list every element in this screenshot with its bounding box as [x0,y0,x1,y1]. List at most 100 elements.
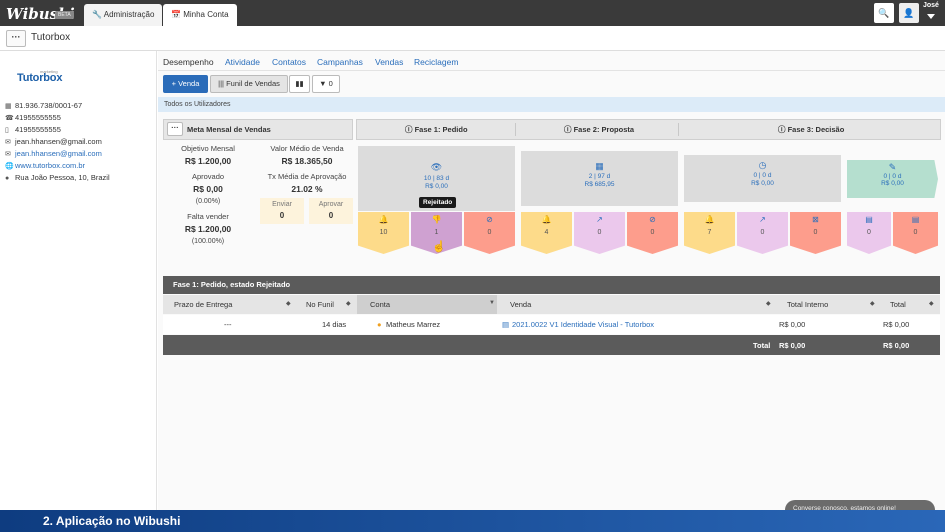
sort-icon[interactable]: ▼ [489,300,495,306]
more-options-button[interactable]: ··· [6,30,26,47]
footer-total: R$ 0,00 [883,341,910,350]
funnel-phase-3[interactable]: ◷ 0 | 0 d R$ 0,00 [684,155,841,202]
mobile-icon: ▯ [5,127,9,134]
avg-sale-label: Valor Médio de Venda [270,144,344,153]
avatar[interactable]: 👤 [899,3,919,23]
funnel-phase-2[interactable]: ▦ 2 | 97 d R$ 685,95 [521,151,678,206]
contact-website-link[interactable]: 🌐www.tutorbox.com.br [5,161,85,170]
tab-administracao[interactable]: 🔧 Administração [84,4,163,26]
tab-campanhas[interactable]: Campanhas [317,57,363,67]
tab-vendas[interactable]: Vendas [375,57,403,67]
stage-count: 10 [379,229,388,236]
sort-icon[interactable]: ◆ [766,300,771,307]
caption-title: 2. Aplicação no Wibushi [43,514,181,528]
funnel-closed[interactable]: ✎ 0 | 0 d R$ 0,00 [847,160,938,198]
tab-atividade[interactable]: Atividade [225,57,260,67]
contact-phone: ☎41955555555 [5,113,61,122]
stage-count: 0 [650,229,655,236]
objective-value: R$ 1.200,00 [184,156,232,166]
user-menu-caret-icon[interactable] [927,14,935,19]
send-value: 0 [279,211,285,220]
tab-contatos[interactable]: Contatos [272,57,306,67]
button-label: Funil de Vendas [226,79,280,88]
cell-prazo: --- [224,320,232,329]
search-button[interactable]: 🔍 [874,3,894,23]
approve-box[interactable]: Aprovar 0 [309,198,353,224]
phase-label: Fase 1: Pedido [414,125,468,134]
cell-conta[interactable]: Matheus Marrez [386,320,440,329]
col-prazo[interactable]: Prazo de Entrega [174,300,232,309]
phase-separator [515,123,516,136]
footer-label: Total [753,341,771,350]
sort-icon[interactable]: ◆ [346,300,351,307]
inbox-icon: ✉ [5,139,11,146]
tab-reciclagem[interactable]: Reciclagem [414,57,458,67]
stage-pedido-pendente[interactable]: 🔔 10 [358,212,409,254]
filter-button[interactable]: ▼ 0 [312,75,340,93]
missing-pct: (100.00%) [191,238,225,245]
stage-count: 4 [544,229,549,236]
stage-contrato[interactable]: ▤ 0 [847,212,891,254]
chart-view-button[interactable]: ▮▮ [289,75,310,93]
add-venda-button[interactable]: + Venda [163,75,208,93]
document-icon: ▤ [865,215,873,224]
sort-icon[interactable]: ◆ [870,300,875,307]
cell-venda-link[interactable]: 2021.0022 V1 Identidade Visual - Tutorbo… [512,320,654,329]
phase-1-header: ⓘ Fase 1: Pedido [405,124,468,135]
funnel-amount: R$ 685,95 [584,181,615,188]
document-icon: ▤ [502,320,510,329]
stage-decisao-enviada[interactable]: ↗ 0 [737,212,788,254]
stage-count: 0 [913,229,918,236]
sort-icon[interactable]: ◆ [929,300,934,307]
stage-decisao-pendente[interactable]: 🔔 7 [684,212,735,254]
stage-contrato-recusado[interactable]: ▤ 0 [893,212,938,254]
tab-minha-conta[interactable]: 📅 Minha Conta [163,4,237,26]
contact-email-link[interactable]: ✉ jean.hhansen@gmail.com [5,149,102,158]
phase-3-header: ⓘ Fase 3: Decisão [778,124,844,135]
clock-icon: ◷ [758,160,767,170]
stage-decisao-recusada[interactable]: ⊠ 0 [790,212,841,254]
approved-label: Aprovado [191,172,225,181]
funnel-count: 2 | 97 d [588,173,611,180]
send-box[interactable]: Enviar 0 [260,198,304,224]
col-total-interno[interactable]: Total Interno [787,300,828,309]
approval-rate-label: Tx Média de Aprovação [267,172,347,181]
approve-label: Aprovar [318,201,344,208]
col-conta[interactable]: Conta [370,300,390,309]
stage-proposta-enviada[interactable]: ↗ 0 [574,212,625,254]
stage-tooltip: Rejeitado [419,197,457,208]
envelope-icon: ✉ [5,151,11,158]
funnel-view-button[interactable]: ||| Funil de Vendas [210,75,288,93]
cell-total: R$ 0,00 [883,320,910,329]
send-label: Enviar [272,201,292,208]
tab-desempenho[interactable]: Desempenho [163,57,214,67]
table-title: Fase 1: Pedido, estado Rejeitado [163,276,940,294]
contact-cnpj: ▦ 81.936.738/0001-67 [5,101,82,110]
funnel-count: 0 | 0 d [753,172,772,179]
external-link-icon: ↗ [759,215,766,224]
table-footer [163,335,940,355]
bell-icon: 🔔 [378,215,389,224]
stage-proposta-cancelada[interactable]: ⊘ 0 [627,212,678,254]
info-icon: ⓘ [778,125,786,134]
meta-options-button[interactable]: ··· [167,122,183,136]
col-venda[interactable]: Venda [510,300,531,309]
stage-pedido-cancelado[interactable]: ⊘ 0 [464,212,515,254]
stage-proposta-pendente[interactable]: 🔔 4 [521,212,572,254]
calculator-icon: ▦ [595,161,604,171]
phone-icon: ☎ [5,115,14,122]
username[interactable]: José [923,2,939,9]
col-funil[interactable]: No Funil [306,300,334,309]
stage-count: 0 [487,229,492,236]
meta-header: ··· Meta Mensal de Vendas [163,119,353,140]
account-avatar-icon: ● [377,320,382,329]
sort-icon[interactable]: ◆ [286,300,291,307]
contact-email: ✉ jean.hhansen@gmail.com [5,137,102,146]
phase-label: Fase 3: Decisão [787,125,845,134]
contact-text: jean.hhansen@gmail.com [15,137,102,146]
approved-pct: (0.00%) [195,198,221,205]
company-logo: Tutorbox [17,72,63,84]
col-total[interactable]: Total [890,300,906,309]
user-filter-bar[interactable]: Todos os Utilizadores [158,97,945,112]
external-link-icon: ↗ [596,215,603,224]
